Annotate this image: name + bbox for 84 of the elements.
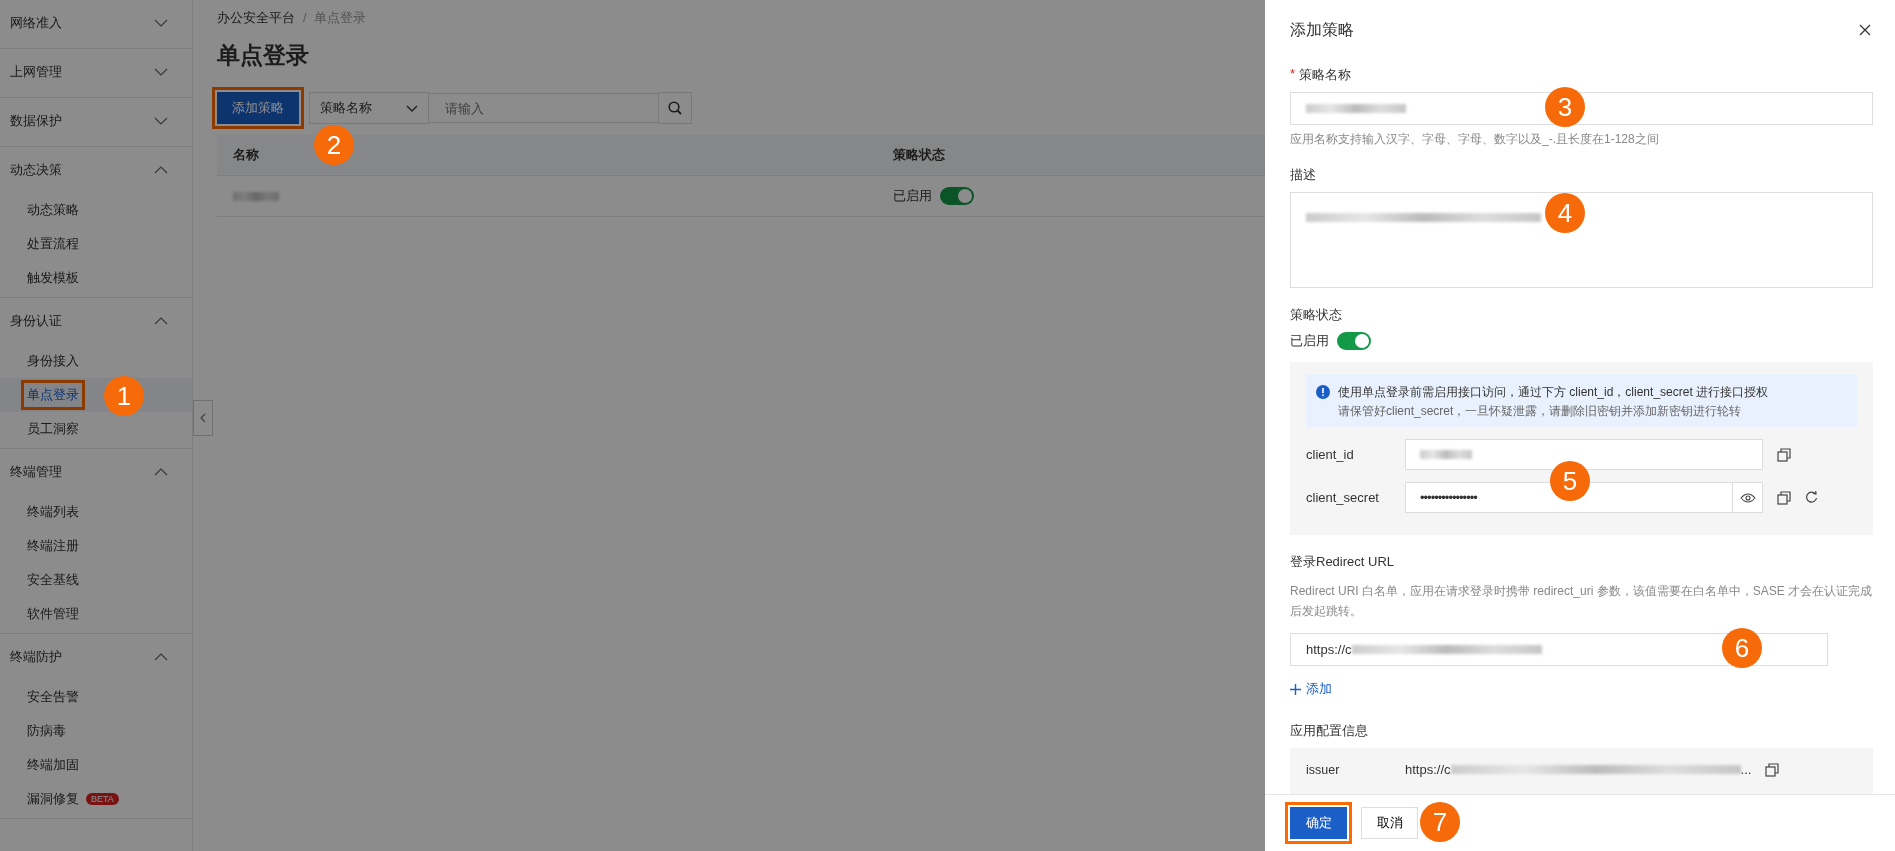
column-header: 名称 <box>233 146 260 164</box>
collapse-handle[interactable] <box>193 400 213 436</box>
nav-item[interactable]: 漏洞修复 <box>24 787 82 811</box>
nav-group-header[interactable]: 动态决策 <box>0 147 192 193</box>
chevron-left-icon <box>200 413 206 423</box>
column-header: 策略状态 <box>893 146 946 164</box>
filter-select[interactable]: 策略名称 <box>309 92 429 124</box>
required-mark: * <box>1290 66 1296 83</box>
status-label: 已启用 <box>893 187 932 205</box>
nav-group-header[interactable]: 终端防护 <box>0 634 192 680</box>
status-label: 已启用 <box>1290 332 1329 350</box>
field-label: client_id <box>1306 447 1355 462</box>
masked-value: •••••••••••••••• <box>1420 490 1477 505</box>
step-number-badge: 2 <box>314 125 354 165</box>
chevron-icon <box>154 19 168 27</box>
beta-badge: BETA <box>86 793 119 805</box>
confirm-button[interactable]: 确定 <box>1290 807 1347 839</box>
description-field[interactable] <box>1290 192 1873 288</box>
toggle-switch[interactable] <box>1337 332 1371 350</box>
info-icon <box>1316 385 1330 399</box>
nav-item[interactable]: 单点登录 <box>24 383 82 407</box>
chevron-icon <box>154 653 168 661</box>
eye-icon <box>1739 492 1756 503</box>
cancel-button[interactable]: 取消 <box>1361 807 1418 839</box>
breadcrumb-link[interactable]: 办公安全平台 <box>217 9 295 27</box>
chevron-icon <box>154 468 168 476</box>
notice-text: 使用单点登录前需启用接口访问，通过下方 client_id，client_secret 进行接口授权 <box>1338 384 1769 401</box>
nav-group-header[interactable]: 终端管理 <box>0 449 192 495</box>
field-description: Redirect URI 白名单，应用在请求登录时携带 redirect_uri 参数，该值需要在白名单中，SASE 才会在认证完成后发起跳转。 <box>1290 583 1873 620</box>
search-field[interactable]: 请输入 <box>429 93 659 123</box>
nav-group-header[interactable]: 上网管理 <box>0 49 192 95</box>
copy-icon <box>1765 762 1780 777</box>
chevron-icon <box>154 166 168 174</box>
refresh-icon <box>1805 491 1818 504</box>
field-label: client_secret <box>1306 490 1380 505</box>
nav-group-header[interactable]: 网络准入 <box>0 0 192 46</box>
toggle-switch[interactable] <box>940 187 974 205</box>
step-number-badge: 7 <box>1420 802 1460 842</box>
search-icon <box>668 101 682 115</box>
chevron-down-icon <box>406 104 418 112</box>
add-link[interactable]: 添加 <box>1290 680 1873 698</box>
nav-item[interactable]: 身份接入 <box>24 349 82 373</box>
breadcrumb-separator: / <box>303 11 307 25</box>
drawer-title: 添加策略 <box>1290 19 1354 40</box>
nav-group-header[interactable]: 身份认证 <box>0 298 192 344</box>
copy-icon <box>1777 490 1791 505</box>
notice-text: 请保管好client_secret，一旦怀疑泄露，请删除旧密钥并添加新密钥进行轮转 <box>1338 403 1743 420</box>
chevron-icon <box>154 68 168 76</box>
step-number-badge: 1 <box>104 376 144 416</box>
plus-icon <box>1290 683 1301 695</box>
nav-item[interactable]: 防病毒 <box>24 719 69 743</box>
field-hint: 应用名称支持输入汉字、字母、字母、数字以及_-.且长度在1-128之间 <box>1290 131 1660 148</box>
nav-item[interactable]: 处置流程 <box>24 232 82 256</box>
step-number-badge: 4 <box>1545 193 1585 233</box>
nav-item[interactable]: 安全基线 <box>24 568 82 592</box>
nav-item[interactable]: 动态策略 <box>24 198 82 222</box>
nav-item[interactable]: 终端注册 <box>24 534 82 558</box>
chevron-icon <box>154 317 168 325</box>
nav-group-header[interactable]: 数据保护 <box>0 98 192 144</box>
page-title: 单点登录 <box>217 41 309 70</box>
nav-item[interactable]: 触发模板 <box>24 266 82 290</box>
nav-item[interactable]: 终端加固 <box>24 753 82 777</box>
close-icon <box>1859 24 1871 36</box>
copy-icon <box>1777 447 1791 462</box>
config-value: https://c <box>1405 762 1451 777</box>
nav-item[interactable]: 终端列表 <box>24 500 82 524</box>
field-label: 策略状态 <box>1290 306 1343 324</box>
step-number-badge: 3 <box>1545 87 1585 127</box>
close-button[interactable] <box>1857 22 1873 38</box>
chevron-icon <box>154 117 168 125</box>
field-label: 描述 <box>1290 166 1317 184</box>
config-key: issuer <box>1306 762 1405 777</box>
field-label: 登录Redirect URL <box>1290 553 1396 571</box>
add-policy-button[interactable]: 添加策略 <box>217 92 299 124</box>
policy-name-field[interactable] <box>1290 92 1873 125</box>
step-number-badge: 6 <box>1722 628 1762 668</box>
client-id-field[interactable] <box>1405 439 1763 470</box>
field-label: 应用配置信息 <box>1290 722 1369 740</box>
nav-item[interactable]: 软件管理 <box>24 602 82 626</box>
nav-item[interactable]: 安全告警 <box>24 685 82 709</box>
nav-item[interactable]: 员工洞察 <box>24 417 82 441</box>
search-button[interactable] <box>659 92 692 124</box>
ellipsis-text: ... <box>1740 762 1752 777</box>
field-label: 策略名称 <box>1299 66 1352 84</box>
